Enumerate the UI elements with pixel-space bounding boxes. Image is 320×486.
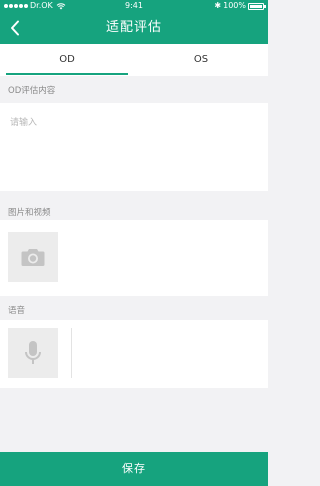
record-voice-button[interactable] bbox=[8, 328, 58, 378]
status-right: ✱ 100% bbox=[214, 0, 266, 12]
battery-percent: 100% bbox=[223, 1, 246, 10]
nav-bar: 适配评估 bbox=[0, 12, 268, 44]
od-content-label: OD评估内容 bbox=[8, 86, 56, 96]
media-section bbox=[0, 220, 268, 296]
bluetooth-icon: ✱ bbox=[214, 1, 222, 10]
media-label: 图片和视频 bbox=[8, 208, 51, 218]
voice-section bbox=[0, 320, 268, 388]
tab-od[interactable]: OD bbox=[0, 44, 134, 76]
header: Dr.OK 9:41 ✱ 100% 适配评估 bbox=[0, 0, 268, 44]
microphone-icon bbox=[25, 341, 41, 364]
voice-label: 语音 bbox=[8, 306, 26, 316]
od-content-box bbox=[0, 103, 268, 191]
battery-icon bbox=[248, 2, 266, 10]
page-title: 适配评估 bbox=[105, 20, 162, 35]
eye-tabs: OD OS bbox=[0, 44, 268, 76]
camera-icon bbox=[21, 249, 45, 266]
od-content-input[interactable] bbox=[10, 115, 258, 185]
tab-os[interactable]: OS bbox=[134, 44, 268, 76]
voice-divider bbox=[71, 328, 72, 378]
status-bar: Dr.OK 9:41 ✱ 100% bbox=[0, 0, 268, 12]
save-button[interactable]: 保存 bbox=[0, 452, 268, 486]
add-photo-button[interactable] bbox=[8, 232, 58, 282]
